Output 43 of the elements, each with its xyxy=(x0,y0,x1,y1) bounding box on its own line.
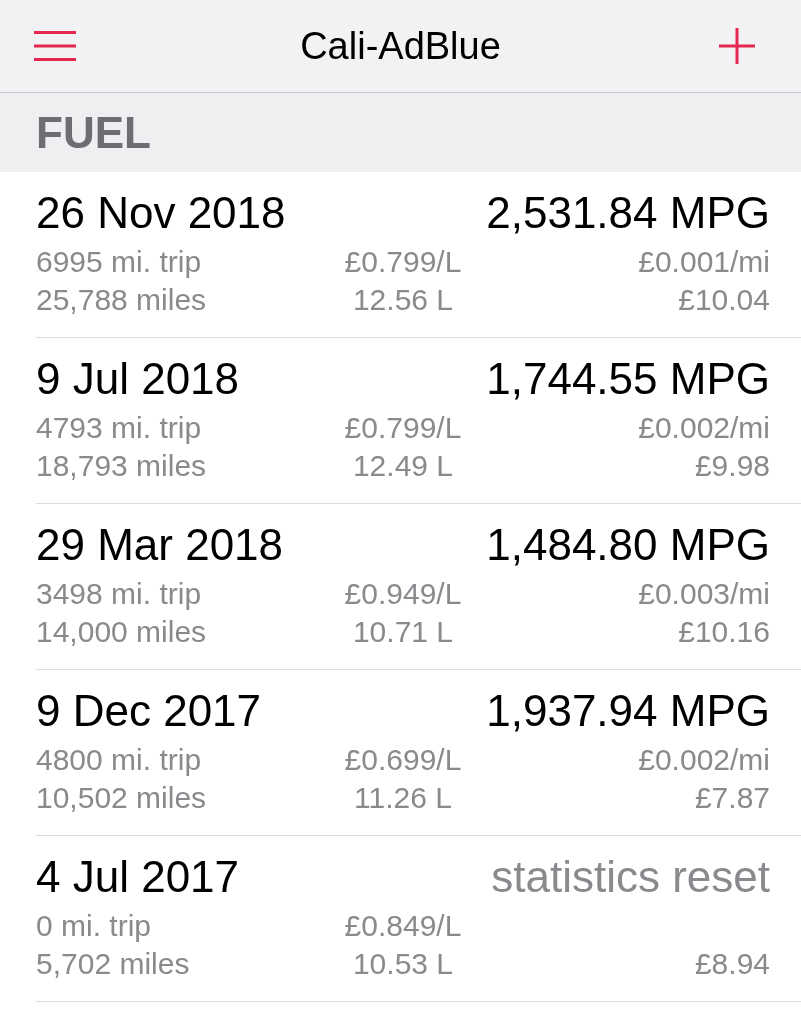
trip-distance: 0 mi. trip xyxy=(36,908,152,944)
fuel-economy-value: 1,937.94 MPG xyxy=(486,686,770,736)
cost-per-mile: £0.002/mi xyxy=(638,742,770,778)
cost-per-mile: £0.002/mi xyxy=(638,410,770,446)
total-cost: £8.94 xyxy=(694,946,770,982)
fuel-volume: 11.26 L xyxy=(354,780,452,816)
fuel-volume: 12.49 L xyxy=(352,448,454,484)
menu-icon[interactable] xyxy=(34,31,76,61)
fuel-economy-value: 2,531.84 MPG xyxy=(486,188,770,238)
entry-date: 26 Nov 2018 xyxy=(36,188,286,238)
total-cost: £7.87 xyxy=(694,780,770,816)
entry-date: 29 Mar 2018 xyxy=(36,520,284,570)
fuel-economy-value: 1,744.55 MPG xyxy=(486,354,770,404)
entry-date: 9 Dec 2017 xyxy=(36,686,262,736)
trip-distance: 3498 mi. trip xyxy=(36,576,202,612)
odometer-reading: 5,702 miles xyxy=(36,946,190,982)
add-icon[interactable] xyxy=(719,28,755,64)
odometer-reading: 14,000 miles xyxy=(36,614,207,650)
total-cost: £10.04 xyxy=(678,282,770,318)
odometer-reading: 10,502 miles xyxy=(36,780,207,816)
odometer-reading: 18,793 miles xyxy=(36,448,207,484)
total-cost: £9.98 xyxy=(694,448,770,484)
fuel-price: £0.699/L xyxy=(344,742,462,778)
cost-per-mile: £0.003/mi xyxy=(638,576,770,612)
fuel-price: £0.849/L xyxy=(344,908,462,944)
fuel-volume: 10.53 L xyxy=(352,946,454,982)
fuel-price: £0.799/L xyxy=(344,244,462,280)
reset-label: statistics reset xyxy=(491,852,770,902)
entry-date: 4 Jul 2017 xyxy=(36,852,240,902)
cost-per-mile: £0.001/mi xyxy=(638,244,770,280)
odometer-reading: 25,788 miles xyxy=(36,282,207,318)
fuel-price: £0.949/L xyxy=(344,576,462,612)
trip-distance: 4793 mi. trip xyxy=(36,410,202,446)
fuel-economy-value: 1,484.80 MPG xyxy=(486,520,770,570)
fuel-volume: 12.56 L xyxy=(352,282,454,318)
screen-title: Cali-AdBlue xyxy=(300,24,501,68)
fuel-volume: 10.71 L xyxy=(352,614,454,650)
trip-distance: 6995 mi. trip xyxy=(36,244,202,280)
entry-date: 9 Jul 2018 xyxy=(36,354,240,404)
trip-distance: 4800 mi. trip xyxy=(36,742,202,778)
fuel-price: £0.799/L xyxy=(344,410,462,446)
total-cost: £10.16 xyxy=(678,614,770,650)
section-title: FUEL xyxy=(36,110,151,155)
